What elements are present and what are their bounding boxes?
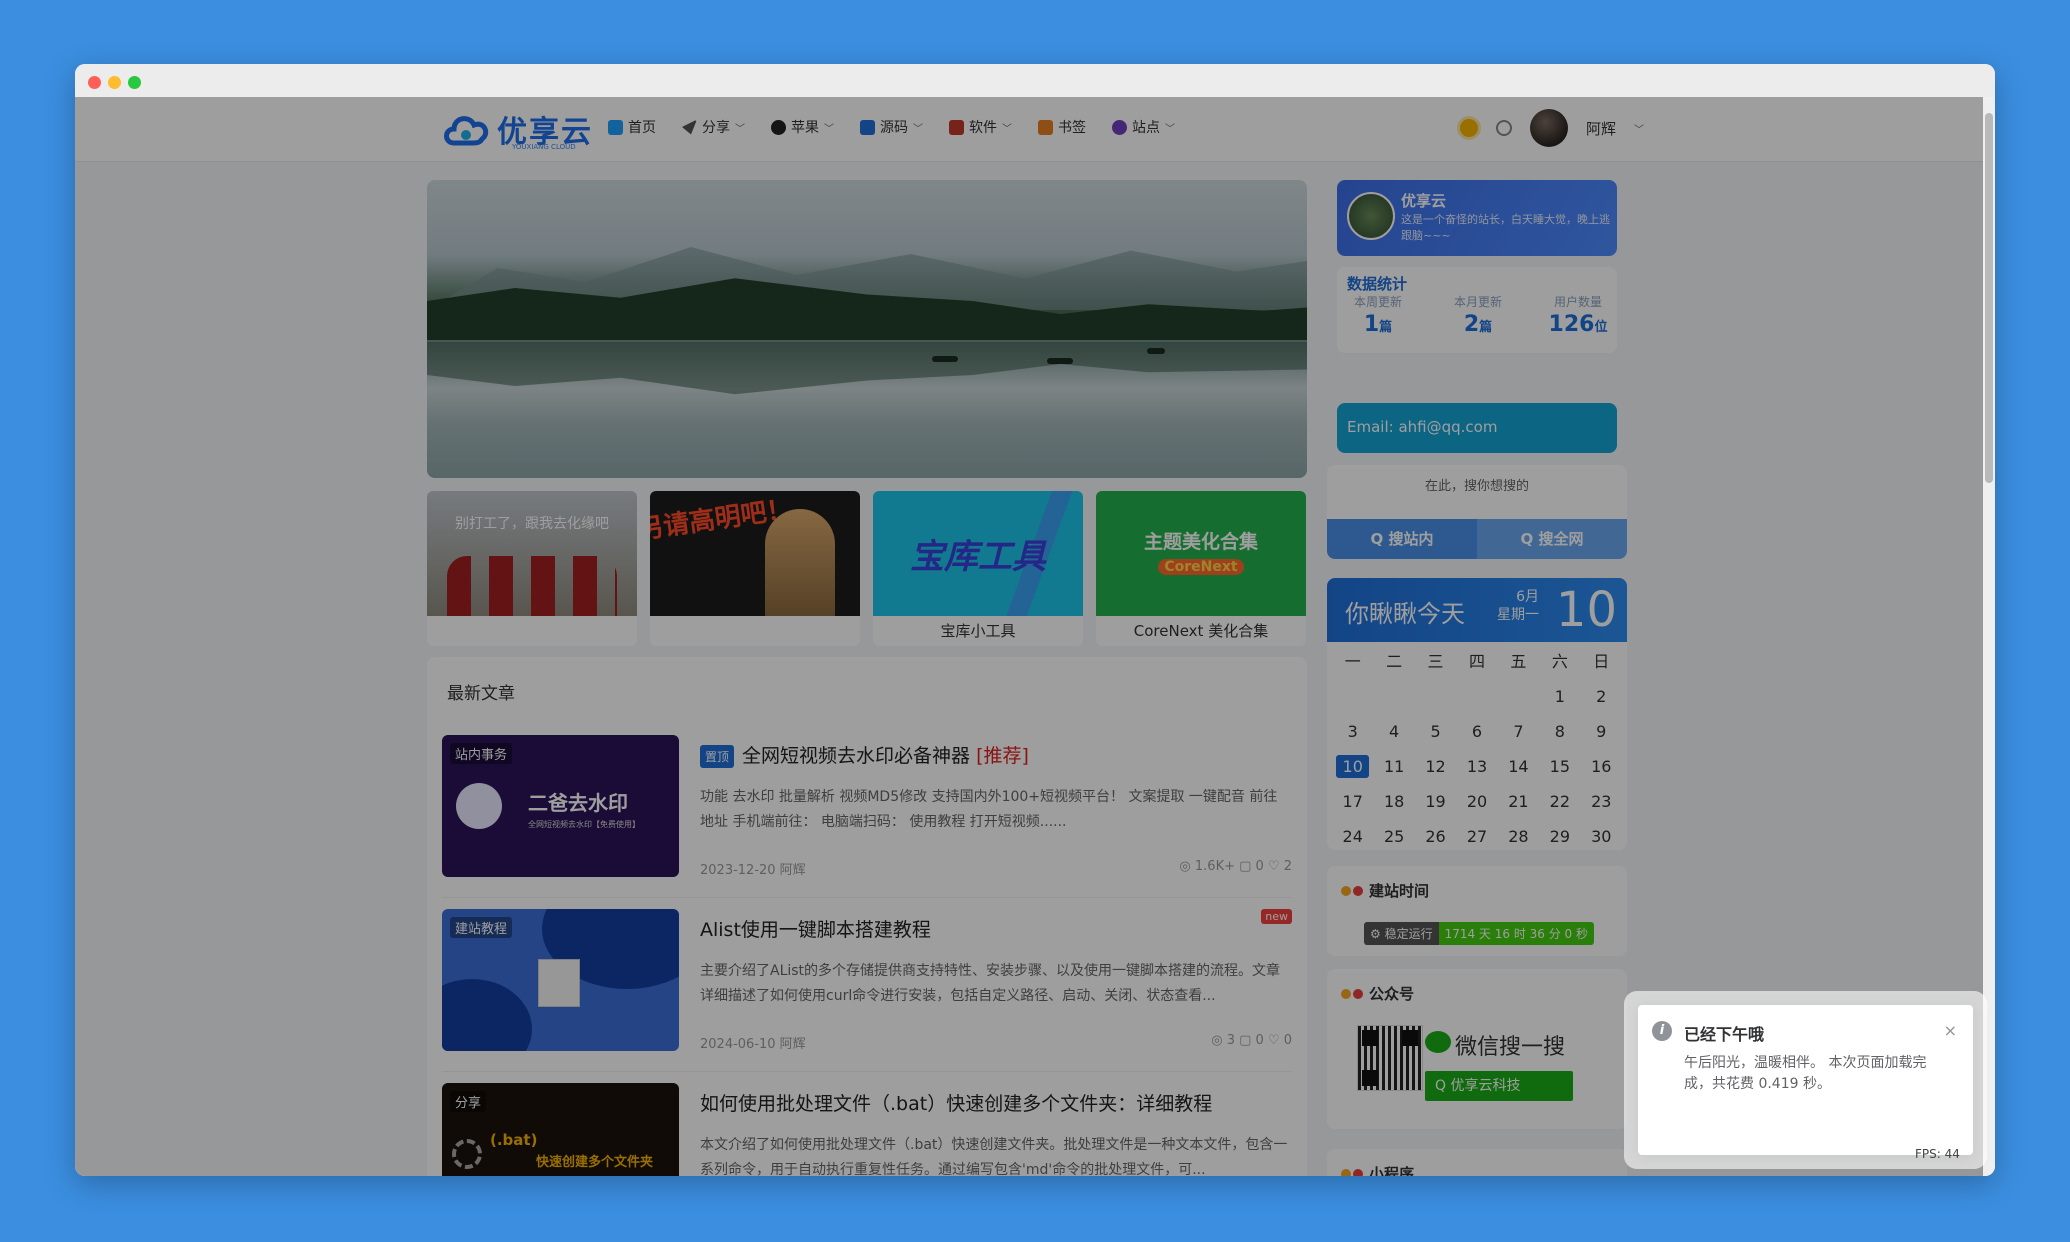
info-icon: i [1652,1021,1672,1041]
maximize-window-button[interactable] [128,76,141,89]
toast-title: 已经下午哦 [1684,1025,1765,1044]
title-bar [75,64,1995,98]
scrollbar-thumb[interactable] [1985,113,1993,483]
close-window-button[interactable] [88,76,101,89]
close-icon[interactable]: × [1944,1021,1957,1040]
fps-counter: FPS: 44 [1915,1147,1960,1161]
toast-message: 午后阳光，温暖相伴。 本次页面加载完成，共花费 0.419 秒。 [1684,1055,1927,1092]
scrollbar[interactable] [1983,97,1995,1176]
page-viewport: 优享云 YOUXIANG CLOUD 首页 分享 ﹀ 苹果 ﹀ 源码 ﹀ 软件 … [75,97,1995,1176]
minimize-window-button[interactable] [108,76,121,89]
browser-window: 优享云 YOUXIANG CLOUD 首页 分享 ﹀ 苹果 ﹀ 源码 ﹀ 软件 … [75,64,1995,1176]
notification-toast: i 已经下午哦 × 午后阳光，温暖相伴。 本次页面加载完成，共花费 0.419 … [1638,1005,1973,1155]
